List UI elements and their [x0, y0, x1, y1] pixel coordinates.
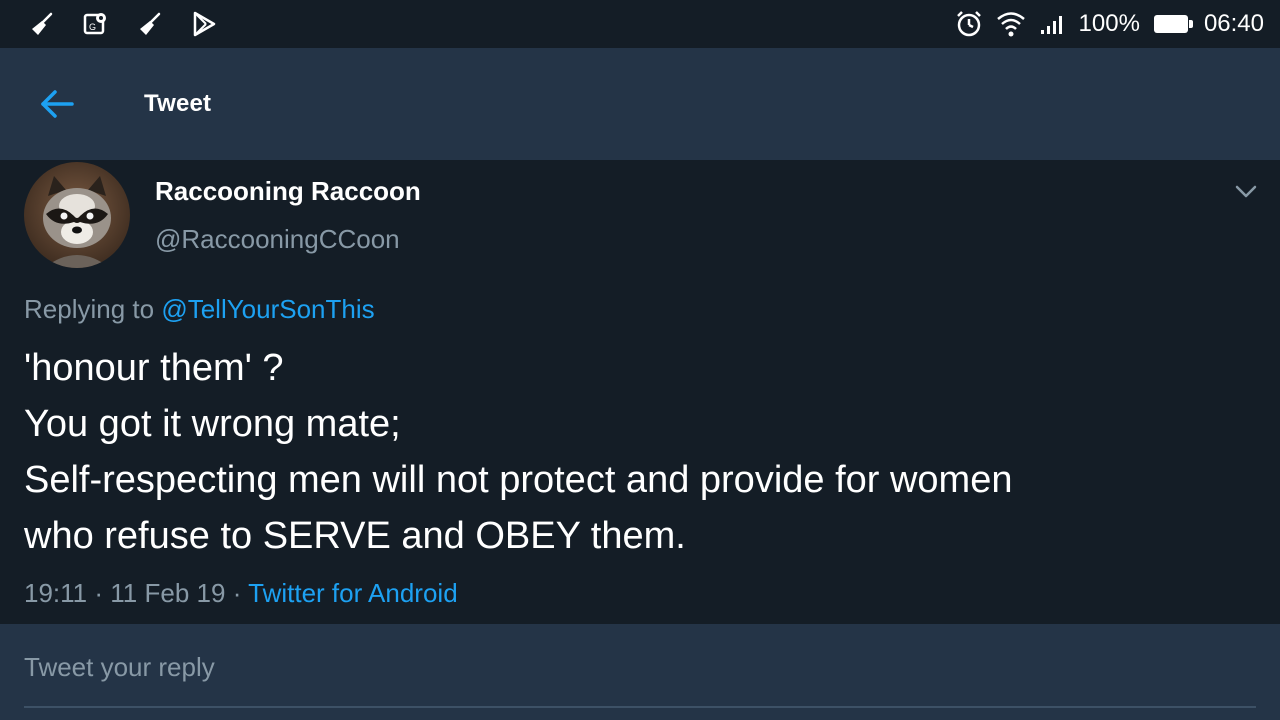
wifi-icon — [995, 8, 1027, 40]
status-time: 06:40 — [1203, 10, 1264, 37]
replying-prefix: Replying to — [24, 294, 155, 324]
tweet-detail-screen: G 100% 06:40 Tweet Raccooning Raccoon @R… — [0, 0, 1280, 720]
tweet-meta: 19:11 · 11 Feb 19 · Twitter for Android — [24, 578, 458, 609]
svg-text:G: G — [89, 22, 96, 32]
replying-to: Replying to @TellYourSonThis — [24, 294, 375, 325]
tweet-text-line: who refuse to SERVE and OBEY them. — [24, 515, 686, 557]
tweet-time: 19:11 — [24, 578, 88, 608]
author-handle[interactable]: @RaccooningCCoon — [155, 224, 400, 255]
tweet-text-line: 'honour them' ? — [24, 347, 284, 389]
author-name[interactable]: Raccooning Raccoon — [155, 176, 421, 207]
status-bar: G 100% 06:40 — [0, 0, 1280, 48]
page-title: Tweet — [144, 90, 212, 117]
broom-icon — [26, 8, 58, 40]
mention-link[interactable]: @TellYourSonThis — [161, 294, 374, 324]
alarm-clock-icon — [953, 8, 985, 40]
back-button[interactable] — [30, 77, 84, 131]
reply-input-underline — [24, 706, 1256, 708]
status-left-icons: G — [0, 8, 220, 40]
tweet-text: 'honour them' ? You got it wrong mate; S… — [24, 340, 1244, 564]
battery-icon — [1153, 15, 1193, 33]
tweet-text-line: Self-respecting men will not protect and… — [24, 459, 1013, 501]
play-store-icon — [188, 8, 220, 40]
tweet-source-link[interactable]: Twitter for Android — [248, 578, 458, 608]
status-right-icons: 100% 06:40 — [953, 8, 1280, 40]
tweet-menu-button[interactable] — [1226, 174, 1266, 210]
avatar[interactable] — [24, 162, 130, 268]
tweet-text-line: You got it wrong mate; — [24, 403, 401, 445]
arrow-left-icon — [41, 90, 74, 118]
tweet: Raccooning Raccoon @RaccooningCCoon Repl… — [0, 160, 1280, 624]
signal-icon — [1037, 8, 1069, 40]
meta-separator: · — [94, 578, 104, 608]
meta-separator: · — [232, 578, 242, 608]
app-header: Tweet — [0, 48, 1280, 160]
reply-input[interactable]: Tweet your reply — [24, 652, 1254, 683]
map-pin-icon: G — [80, 8, 112, 40]
broom-icon — [134, 8, 166, 40]
chevron-down-icon — [1235, 185, 1257, 198]
reply-composer: Tweet your reply — [0, 624, 1280, 720]
tweet-date: 11 Feb 19 — [110, 578, 226, 608]
battery-percent: 100% — [1078, 10, 1140, 37]
